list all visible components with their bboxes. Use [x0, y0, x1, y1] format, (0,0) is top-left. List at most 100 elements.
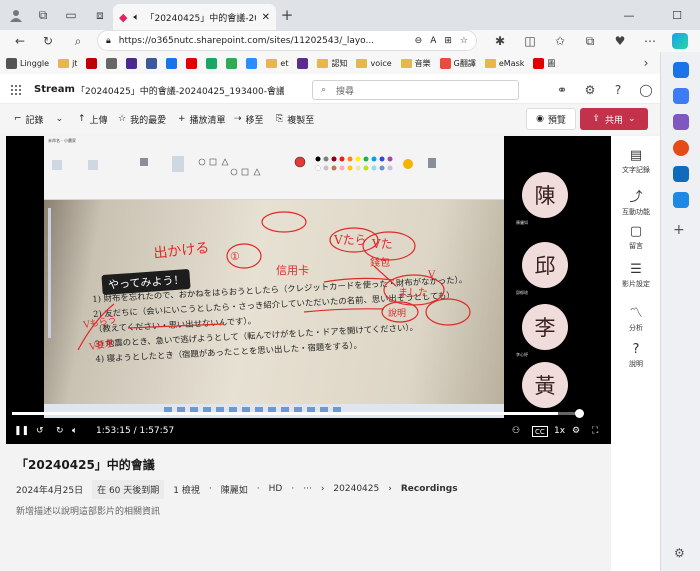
share-chevron-icon[interactable]: ⌄: [628, 114, 636, 124]
bookmark-item[interactable]: Linggle: [6, 57, 49, 69]
maximize-button[interactable]: ☐: [654, 0, 700, 30]
app-launcher-icon[interactable]: [10, 84, 22, 96]
video-owner[interactable]: 陳麗如: [221, 483, 248, 496]
sidebar-games-icon[interactable]: [673, 140, 689, 156]
breadcrumb-folder-link[interactable]: 20240425: [333, 484, 379, 494]
search-box[interactable]: ⌕ 搜尋: [312, 80, 519, 100]
expiration-badge[interactable]: 在 60 天後到期: [92, 479, 165, 499]
extensions-icon[interactable]: ✱: [492, 33, 508, 49]
tab-audio-icon[interactable]: 🔈︎: [133, 12, 139, 23]
bookmark-item[interactable]: [226, 57, 238, 69]
bookmark-item[interactable]: [297, 57, 309, 69]
upload-button[interactable]: ↑ 上傳: [78, 104, 108, 134]
zoom-icon[interactable]: ⊖: [415, 36, 423, 46]
settings-gear-icon[interactable]: ⚙: [582, 82, 598, 98]
workspaces-icon[interactable]: ⧉: [35, 7, 51, 23]
bookmark-item[interactable]: et: [266, 58, 288, 68]
browser-tab-active[interactable]: ◆ 🔈︎ 「20240425」中的會議-2024 ✕: [113, 4, 276, 30]
favorite-button[interactable]: ☆ 我的最愛: [118, 104, 166, 134]
more-breadcrumb-button[interactable]: ···: [303, 484, 312, 494]
player-settings-icon[interactable]: ⚙: [572, 423, 580, 439]
side-panel-item[interactable]: ⤴ 互動功能: [613, 186, 659, 217]
sidebar-tools-icon[interactable]: [673, 114, 689, 130]
separator-dot: ·: [256, 484, 260, 494]
bookmark-item[interactable]: voice: [356, 58, 392, 68]
minimize-button[interactable]: —: [606, 0, 652, 30]
bookmark-item[interactable]: [86, 57, 98, 69]
address-bar[interactable]: 🔒︎ https://o365nutc.sharepoint.com/sites…: [97, 30, 477, 51]
bookmark-item[interactable]: [126, 57, 138, 69]
chevron-down-icon[interactable]: ⌄: [56, 114, 64, 124]
side-panel-item[interactable]: 〽分析: [613, 302, 659, 333]
bookmark-item[interactable]: [166, 57, 178, 69]
move-button[interactable]: ⇢ 移至: [234, 104, 264, 134]
side-panel-item[interactable]: ☰ 影片設定: [613, 262, 659, 289]
tab-actions-icon[interactable]: ▭: [63, 7, 79, 23]
chevron-right-icon: ›: [320, 484, 325, 494]
record-button[interactable]: ⌐ 記錄 ⌄: [14, 104, 63, 134]
bookmark-item[interactable]: [206, 57, 218, 69]
bookmark-item[interactable]: 音樂: [400, 58, 431, 69]
browser-essentials-icon[interactable]: ♥: [612, 33, 628, 49]
video-player[interactable]: 未命名 - 小畫家 やってみよう！ 1) 財布を忘れたので、おかねをはらおうとし…: [6, 136, 611, 444]
preview-button[interactable]: ◉ 預覽: [526, 108, 576, 130]
bookmark-item[interactable]: 圖: [533, 57, 555, 69]
folder-icon: [400, 58, 412, 68]
collections-icon[interactable]: ⧉: [582, 33, 598, 49]
rewind-10-icon[interactable]: ↺: [36, 423, 44, 439]
sidebar-add-icon[interactable]: +: [673, 222, 685, 238]
search-input[interactable]: 搜尋: [336, 84, 354, 97]
fullscreen-icon[interactable]: ⛶: [592, 423, 598, 439]
breadcrumb[interactable]: 「20240425」中的會議-20240425_193400-會議...: [76, 84, 284, 97]
bookmarks-more-icon[interactable]: ›: [638, 55, 654, 71]
split-screen-icon[interactable]: ◫: [522, 33, 538, 49]
playback-speed-button[interactable]: 1x: [554, 423, 565, 439]
side-panel-item[interactable]: ▢ 留言: [613, 224, 659, 251]
search-icon[interactable]: ⌕: [70, 33, 86, 49]
url-text[interactable]: https://o365nutc.sharepoint.com/sites/11…: [119, 36, 407, 46]
description-placeholder[interactable]: 新增描述以說明這部影片的相關資訊: [16, 504, 160, 517]
bookmark-item[interactable]: 認知: [317, 58, 347, 69]
split-tab-icon[interactable]: ⧈: [92, 7, 108, 23]
share-button[interactable]: ⇪ 共用 ⌄: [580, 108, 648, 130]
favorites-icon[interactable]: ✩: [552, 33, 568, 49]
pause-button[interactable]: ❚❚: [14, 423, 29, 439]
volume-icon[interactable]: 🔈︎: [72, 423, 77, 439]
app-name[interactable]: Stream: [34, 84, 75, 95]
sidebar-search-icon[interactable]: [673, 62, 689, 78]
sidebar-shopping-icon[interactable]: [673, 88, 689, 104]
forward-10-icon[interactable]: ↻: [56, 423, 64, 439]
bookmark-item[interactable]: [186, 57, 198, 69]
read-aloud-icon[interactable]: A: [430, 36, 436, 46]
bookmark-item[interactable]: eMask: [484, 58, 524, 68]
side-panel-item[interactable]: ? 說明: [613, 342, 659, 369]
sidebar-settings-icon[interactable]: ⚙: [674, 546, 685, 560]
captions-button[interactable]: CC: [532, 426, 548, 437]
favorite-star-icon[interactable]: ☆: [460, 36, 468, 46]
sidebar-outlook-icon[interactable]: [673, 192, 689, 208]
help-icon[interactable]: ?: [610, 82, 626, 98]
sidebar-office-icon[interactable]: [673, 166, 689, 182]
browser-menu-icon[interactable]: ⋯: [642, 33, 658, 49]
refresh-icon[interactable]: ↻: [40, 33, 56, 49]
install-app-icon[interactable]: ⊞: [444, 36, 452, 46]
connections-icon[interactable]: ⚭: [554, 82, 570, 98]
side-panel-item[interactable]: ▤ 文字記錄: [613, 148, 659, 175]
bookmark-item[interactable]: [246, 57, 258, 69]
seek-bar[interactable]: [12, 412, 581, 415]
add-playlist-button[interactable]: + 播放清單: [178, 104, 226, 134]
bookmark-item[interactable]: G翻譯: [439, 57, 476, 69]
tab-close-icon[interactable]: ✕: [262, 12, 270, 23]
profile-icon[interactable]: [8, 7, 24, 23]
speaker-view-icon[interactable]: ⚇: [512, 423, 520, 439]
seek-handle[interactable]: [575, 409, 584, 418]
breadcrumb-current[interactable]: Recordings: [401, 484, 458, 494]
copy-button[interactable]: ⎘ 複製至: [276, 104, 314, 134]
account-icon[interactable]: ◯: [638, 82, 654, 98]
bookmark-item[interactable]: jt: [58, 58, 77, 68]
bookmark-item[interactable]: [106, 57, 118, 69]
copilot-icon[interactable]: [672, 33, 688, 49]
new-tab-button[interactable]: +: [279, 6, 295, 24]
back-icon[interactable]: ←: [12, 33, 28, 49]
bookmark-item[interactable]: [146, 57, 158, 69]
